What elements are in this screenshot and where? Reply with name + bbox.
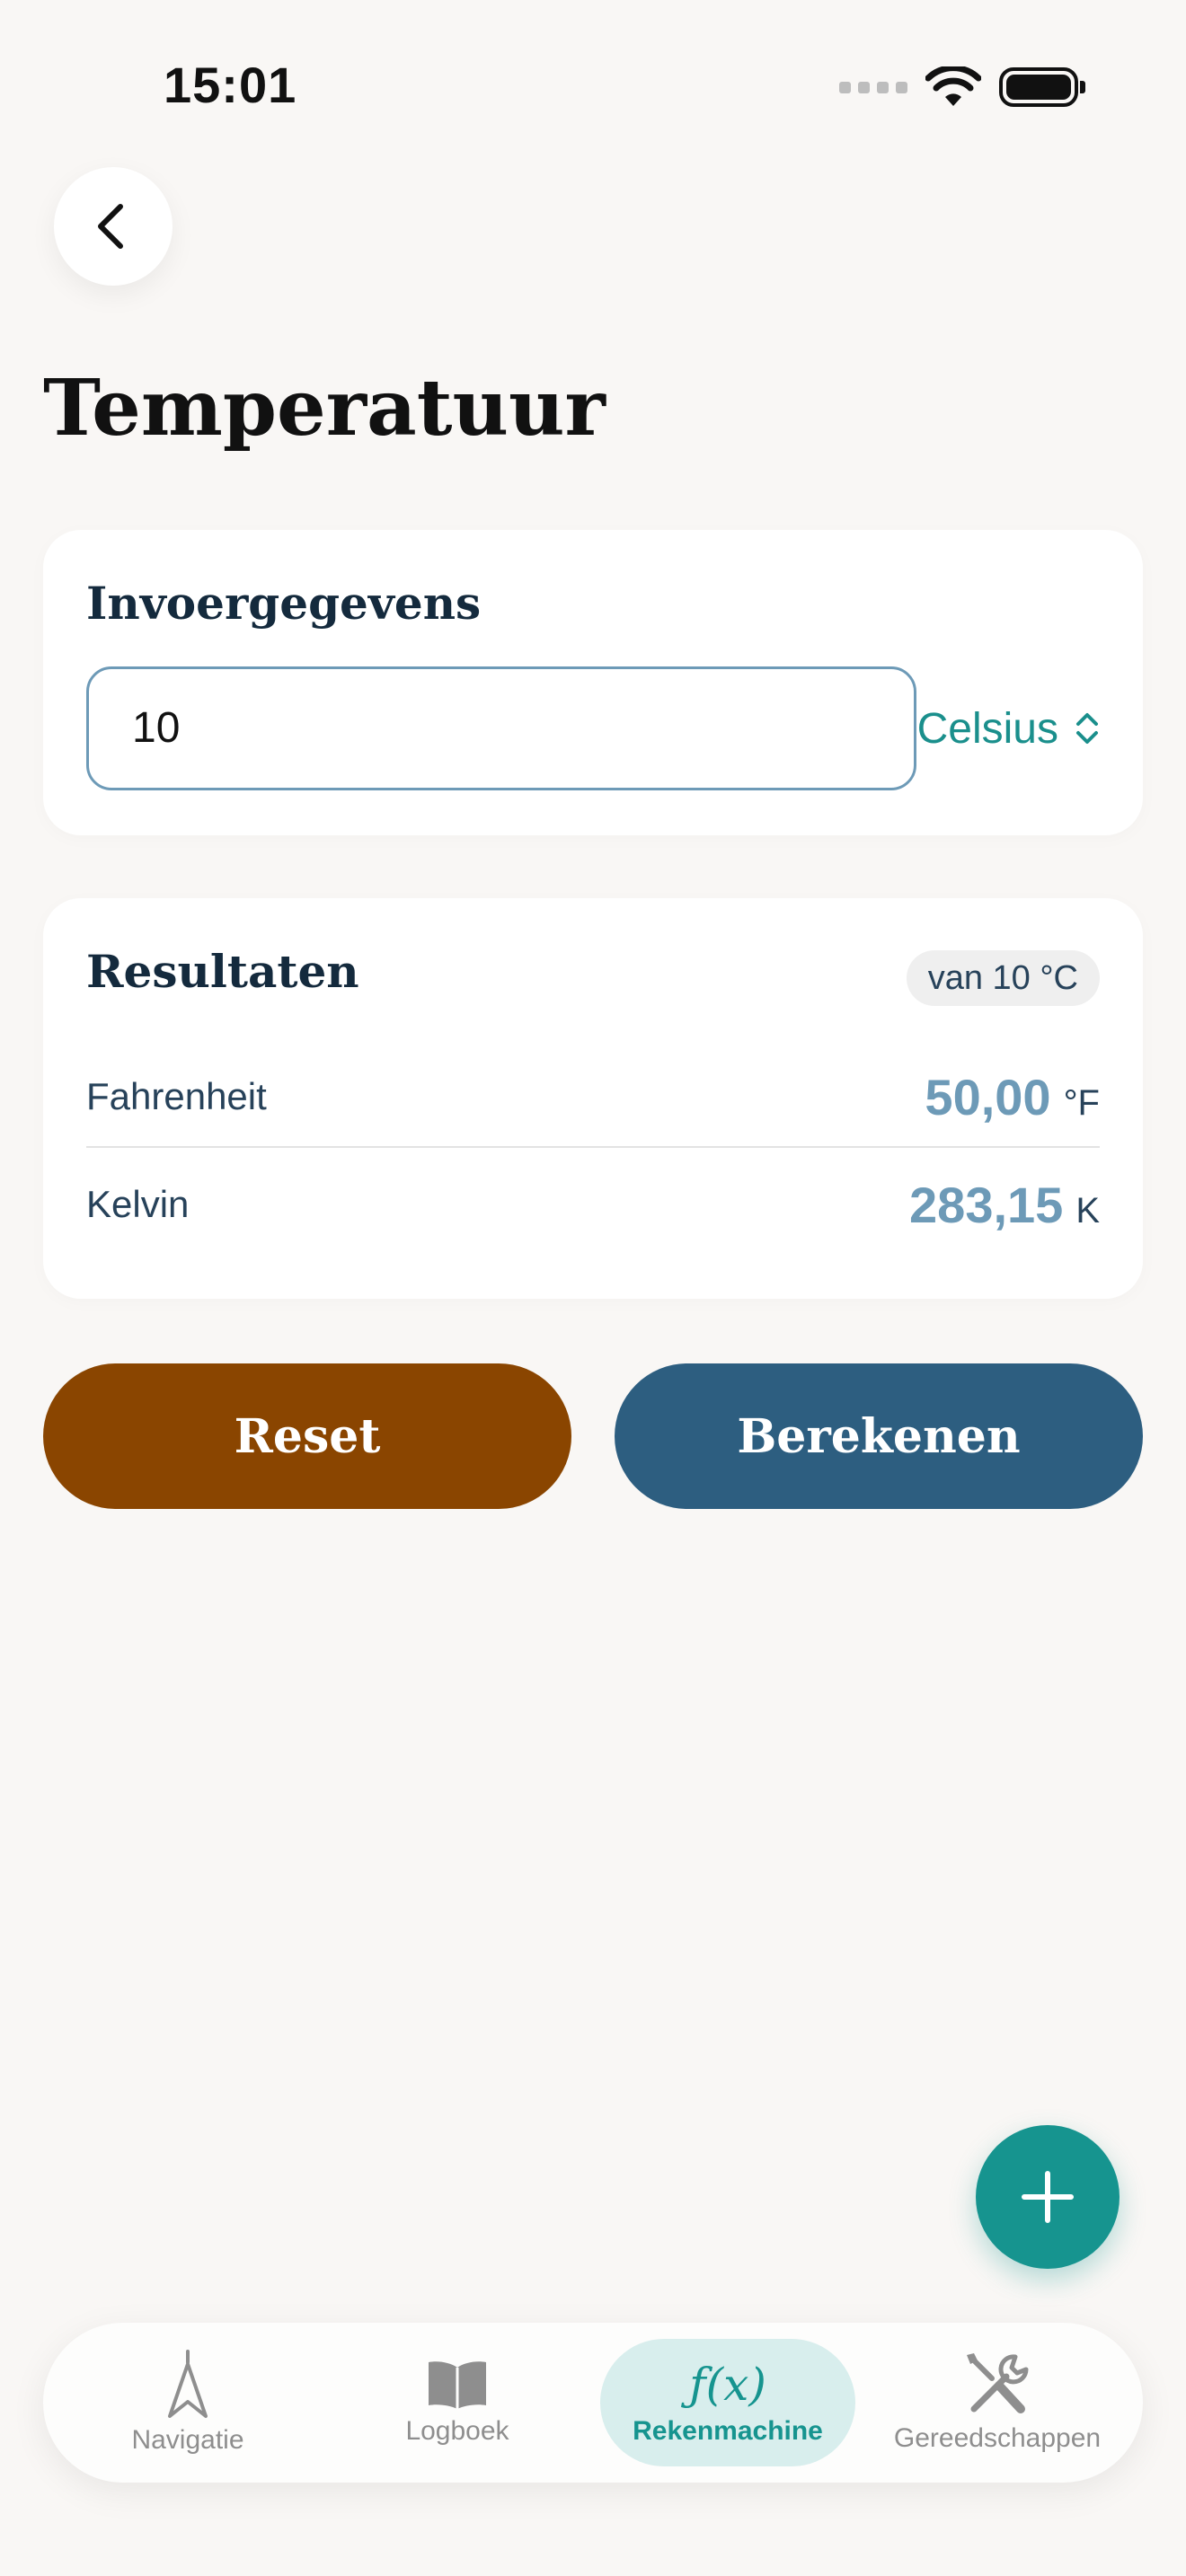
result-value-group: 50,00 °F — [925, 1068, 1100, 1126]
result-label: Fahrenheit — [86, 1075, 267, 1117]
unit-picker-label: Celsius — [916, 704, 1058, 753]
unit-picker[interactable]: Celsius — [917, 666, 1100, 790]
result-value: 50,00 — [925, 1068, 1051, 1125]
input-card: Invoergegevens 10 Celsius — [43, 530, 1143, 835]
battery-icon — [999, 67, 1085, 107]
tab-navigatie[interactable]: Navigatie — [53, 2323, 323, 2483]
tab-logboek[interactable]: Logboek — [323, 2323, 592, 2483]
tab-label: Logboek — [405, 2416, 509, 2446]
temperature-input[interactable]: 10 — [86, 666, 916, 790]
wifi-icon — [925, 66, 981, 106]
tab-rekenmachine[interactable]: ƒ(x) Rekenmachine — [593, 2323, 863, 2483]
back-button[interactable] — [54, 167, 173, 286]
divider — [86, 1146, 1100, 1148]
tab-label: Rekenmachine — [633, 2416, 823, 2446]
plus-icon — [1022, 2171, 1074, 2223]
chevron-left-icon — [98, 204, 123, 249]
page-title: Temperatuur — [43, 363, 606, 454]
result-label: Kelvin — [86, 1183, 190, 1225]
result-unit: °F — [1063, 1082, 1100, 1123]
book-icon — [429, 2361, 486, 2409]
tab-bar: Navigatie Logboek ƒ(x) Rekenmachine Gere… — [43, 2323, 1143, 2483]
screen: 15:01 Temperatuur Invoergegevens 10 Cels… — [0, 0, 1186, 2576]
cellular-signal-icon — [839, 81, 907, 93]
result-value-group: 283,15 K — [909, 1176, 1100, 1234]
status-icons — [839, 66, 1085, 108]
result-row-kelvin: Kelvin 283,15 K — [86, 1155, 1100, 1254]
result-row-fahrenheit: Fahrenheit 50,00 °F — [86, 1047, 1100, 1146]
results-card-title: Resultaten — [86, 945, 359, 998]
add-button[interactable] — [976, 2125, 1120, 2269]
calculate-button[interactable]: Berekenen — [615, 1363, 1143, 1509]
result-value: 283,15 — [909, 1176, 1064, 1233]
navigation-icon — [168, 2350, 208, 2418]
tab-label: Navigatie — [131, 2425, 244, 2455]
tools-icon — [967, 2353, 1029, 2413]
function-icon: ƒ(x) — [689, 2359, 766, 2411]
source-badge: van 10 °C — [906, 950, 1100, 1006]
input-card-title: Invoergegevens — [86, 577, 482, 630]
tab-gereedschappen[interactable]: Gereedschappen — [863, 2323, 1132, 2483]
chevron-up-down-icon — [1076, 713, 1098, 744]
result-unit: K — [1075, 1190, 1100, 1231]
status-time: 15:01 — [164, 57, 297, 113]
results-card: Resultaten van 10 °C Fahrenheit 50,00 °F… — [43, 898, 1143, 1299]
tab-label: Gereedschappen — [893, 2423, 1102, 2453]
reset-button[interactable]: Reset — [43, 1363, 571, 1509]
